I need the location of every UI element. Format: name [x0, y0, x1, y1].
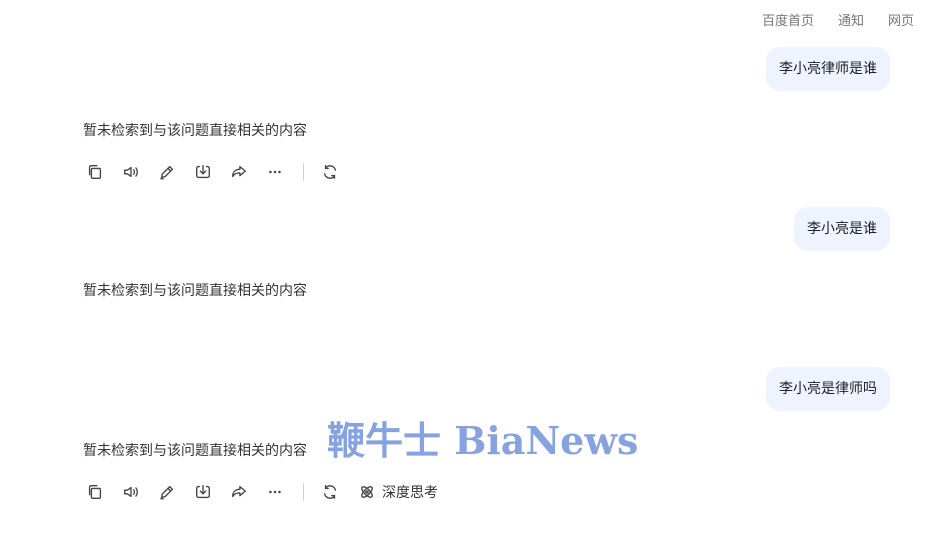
- more-button[interactable]: [263, 160, 287, 184]
- regenerate-button[interactable]: [318, 160, 342, 184]
- regenerate-button[interactable]: [318, 480, 342, 504]
- answer-toolbar: [83, 160, 354, 184]
- answer-toolbar: 深度思考: [83, 480, 438, 504]
- copy-button[interactable]: [83, 480, 107, 504]
- share-icon: [232, 485, 246, 498]
- copy-button[interactable]: [83, 160, 107, 184]
- nav-baidu-home-link[interactable]: 百度首页: [762, 10, 814, 29]
- more-icon: [269, 170, 281, 174]
- assistant-answer: 暂未检索到与该问题直接相关的内容: [83, 283, 307, 299]
- regenerate-icon: [323, 165, 337, 179]
- deep-think-label: 深度思考: [382, 485, 438, 501]
- more-icon: [269, 490, 281, 494]
- user-question-bubble: 李小亮是谁: [794, 207, 890, 251]
- read-aloud-button[interactable]: [119, 480, 143, 504]
- share-icon: [232, 165, 246, 178]
- toolbar-divider: [303, 483, 304, 501]
- assistant-answer: 暂未检索到与该问题直接相关的内容: [83, 443, 307, 459]
- speaker-icon: [124, 486, 138, 498]
- atom-icon: [361, 486, 373, 498]
- regenerate-icon: [323, 485, 337, 499]
- read-aloud-button[interactable]: [119, 160, 143, 184]
- edit-button[interactable]: [155, 160, 179, 184]
- share-button[interactable]: [227, 480, 251, 504]
- top-nav: 百度首页 通知 网页: [762, 10, 914, 29]
- download-button[interactable]: [191, 160, 215, 184]
- nav-web-link[interactable]: 网页: [888, 10, 914, 29]
- deep-think-button[interactable]: 深度思考: [358, 482, 438, 502]
- edit-icon: [160, 485, 174, 500]
- nav-notifications-link[interactable]: 通知: [838, 10, 864, 29]
- share-button[interactable]: [227, 160, 251, 184]
- assistant-answer: 暂未检索到与该问题直接相关的内容: [83, 123, 307, 139]
- download-icon: [196, 165, 210, 179]
- download-button[interactable]: [191, 480, 215, 504]
- copy-icon: [88, 165, 102, 179]
- edit-button[interactable]: [155, 480, 179, 504]
- edit-icon: [160, 165, 174, 180]
- speaker-icon: [124, 166, 138, 178]
- user-question-bubble: 李小亮律师是谁: [766, 47, 890, 91]
- toolbar-divider: [303, 163, 304, 181]
- bianews-watermark: 鞭牛士 BiaNews: [327, 418, 639, 463]
- user-question-bubble: 李小亮是律师吗: [766, 367, 890, 411]
- download-icon: [196, 485, 210, 499]
- copy-icon: [88, 485, 102, 499]
- more-button[interactable]: [263, 480, 287, 504]
